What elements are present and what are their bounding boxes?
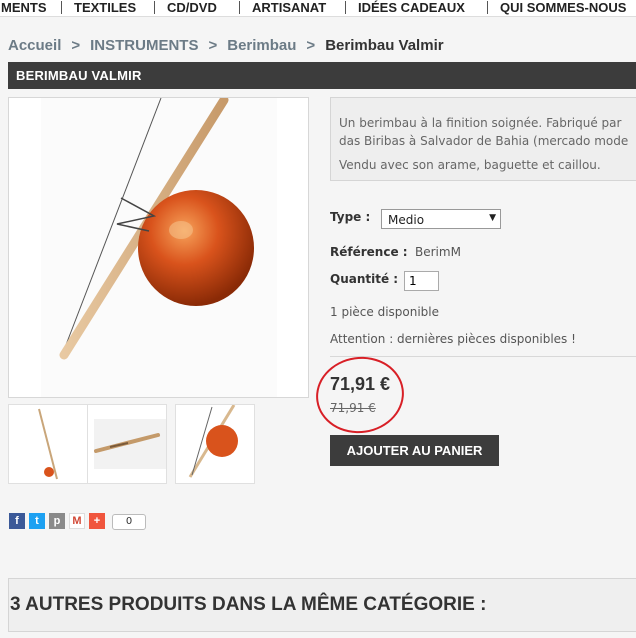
type-selected-value: Medio (388, 213, 425, 227)
thumbnail-3[interactable] (175, 404, 255, 484)
product-description: Un berimbau à la finition soignée. Fabri… (330, 97, 636, 181)
top-navigation: MENTS TEXTILES CD/DVD ARTISANAT IDÉES CA… (0, 0, 636, 17)
gmail-icon[interactable]: M (69, 513, 85, 529)
add-to-cart-button[interactable]: AJOUTER AU PANIER (330, 435, 499, 466)
nav-item-instruments[interactable]: MENTS (1, 0, 47, 15)
breadcrumb-separator: > (208, 37, 218, 54)
berimbau-photo (41, 95, 277, 397)
breadcrumb-home[interactable]: Accueil (8, 37, 61, 54)
baguette-thumbnail (94, 419, 166, 469)
breadcrumb-current: Berimbau Valmir (325, 37, 444, 54)
price-annotation-circle (311, 351, 409, 439)
print-icon[interactable]: p (49, 513, 65, 529)
product-title: BERIMBAU VALMIR (16, 68, 142, 83)
nav-item-textiles[interactable]: TEXTILES (74, 0, 136, 15)
thumbnail-2[interactable] (87, 404, 167, 484)
related-products-header: 3 AUTRES PRODUITS DANS LA MÊME CATÉGORIE… (8, 578, 636, 632)
nav-separator (239, 1, 240, 14)
nav-separator (345, 1, 346, 14)
main-product-image[interactable] (8, 95, 309, 398)
quantity-input[interactable] (404, 271, 439, 291)
breadcrumb-separator: > (71, 37, 81, 54)
more-share-icon[interactable]: + (89, 513, 105, 529)
divider (330, 356, 636, 357)
description-line: Vendu avec son arame, baguette et caillo… (339, 158, 601, 172)
share-counter: 0 (112, 514, 146, 530)
facebook-icon[interactable]: f (9, 513, 25, 529)
thumbnail-1[interactable] (8, 404, 88, 484)
nav-item-cd-dvd[interactable]: CD/DVD (167, 0, 217, 15)
nav-separator (154, 1, 155, 14)
description-line: Un berimbau à la finition soignée. Fabri… (339, 116, 622, 130)
type-label: Type : (330, 210, 371, 224)
description-line: das Biribas à Salvador de Bahia (mercado… (339, 134, 629, 148)
nav-item-idees-cadeaux[interactable]: IDÉES CADEAUX (358, 0, 465, 15)
product-title-bar: BERIMBAU VALMIR (8, 62, 636, 89)
breadcrumb-instruments[interactable]: INSTRUMENTS (90, 37, 198, 54)
nav-separator (61, 1, 62, 14)
type-select[interactable]: Medio ▼ (381, 209, 501, 229)
nav-item-qui-sommes-nous[interactable]: QUI SOMMES-NOUS (500, 0, 626, 15)
nav-item-artisanat[interactable]: ARTISANAT (252, 0, 326, 15)
twitter-icon[interactable]: t (29, 513, 45, 529)
breadcrumb-berimbau[interactable]: Berimbau (227, 37, 296, 54)
calabash-thumbnail (188, 404, 238, 478)
dropdown-arrow-icon: ▼ (489, 213, 496, 223)
breadcrumb-separator: > (306, 37, 316, 54)
reference-value: BerimM (415, 245, 461, 259)
nav-separator (487, 1, 488, 14)
stock-availability: 1 pièce disponible (330, 305, 440, 319)
related-products-title: 3 AUTRES PRODUITS DANS LA MÊME CATÉGORIE… (10, 594, 487, 615)
berimbau-thumbnail (38, 408, 58, 480)
quantity-label: Quantité : (330, 272, 399, 286)
low-stock-warning: Attention : dernières pièces disponibles… (330, 332, 576, 346)
reference-label: Référence : (330, 245, 408, 259)
breadcrumb: Accueil > INSTRUMENTS > Berimbau > Berimbau Va… (8, 37, 444, 54)
